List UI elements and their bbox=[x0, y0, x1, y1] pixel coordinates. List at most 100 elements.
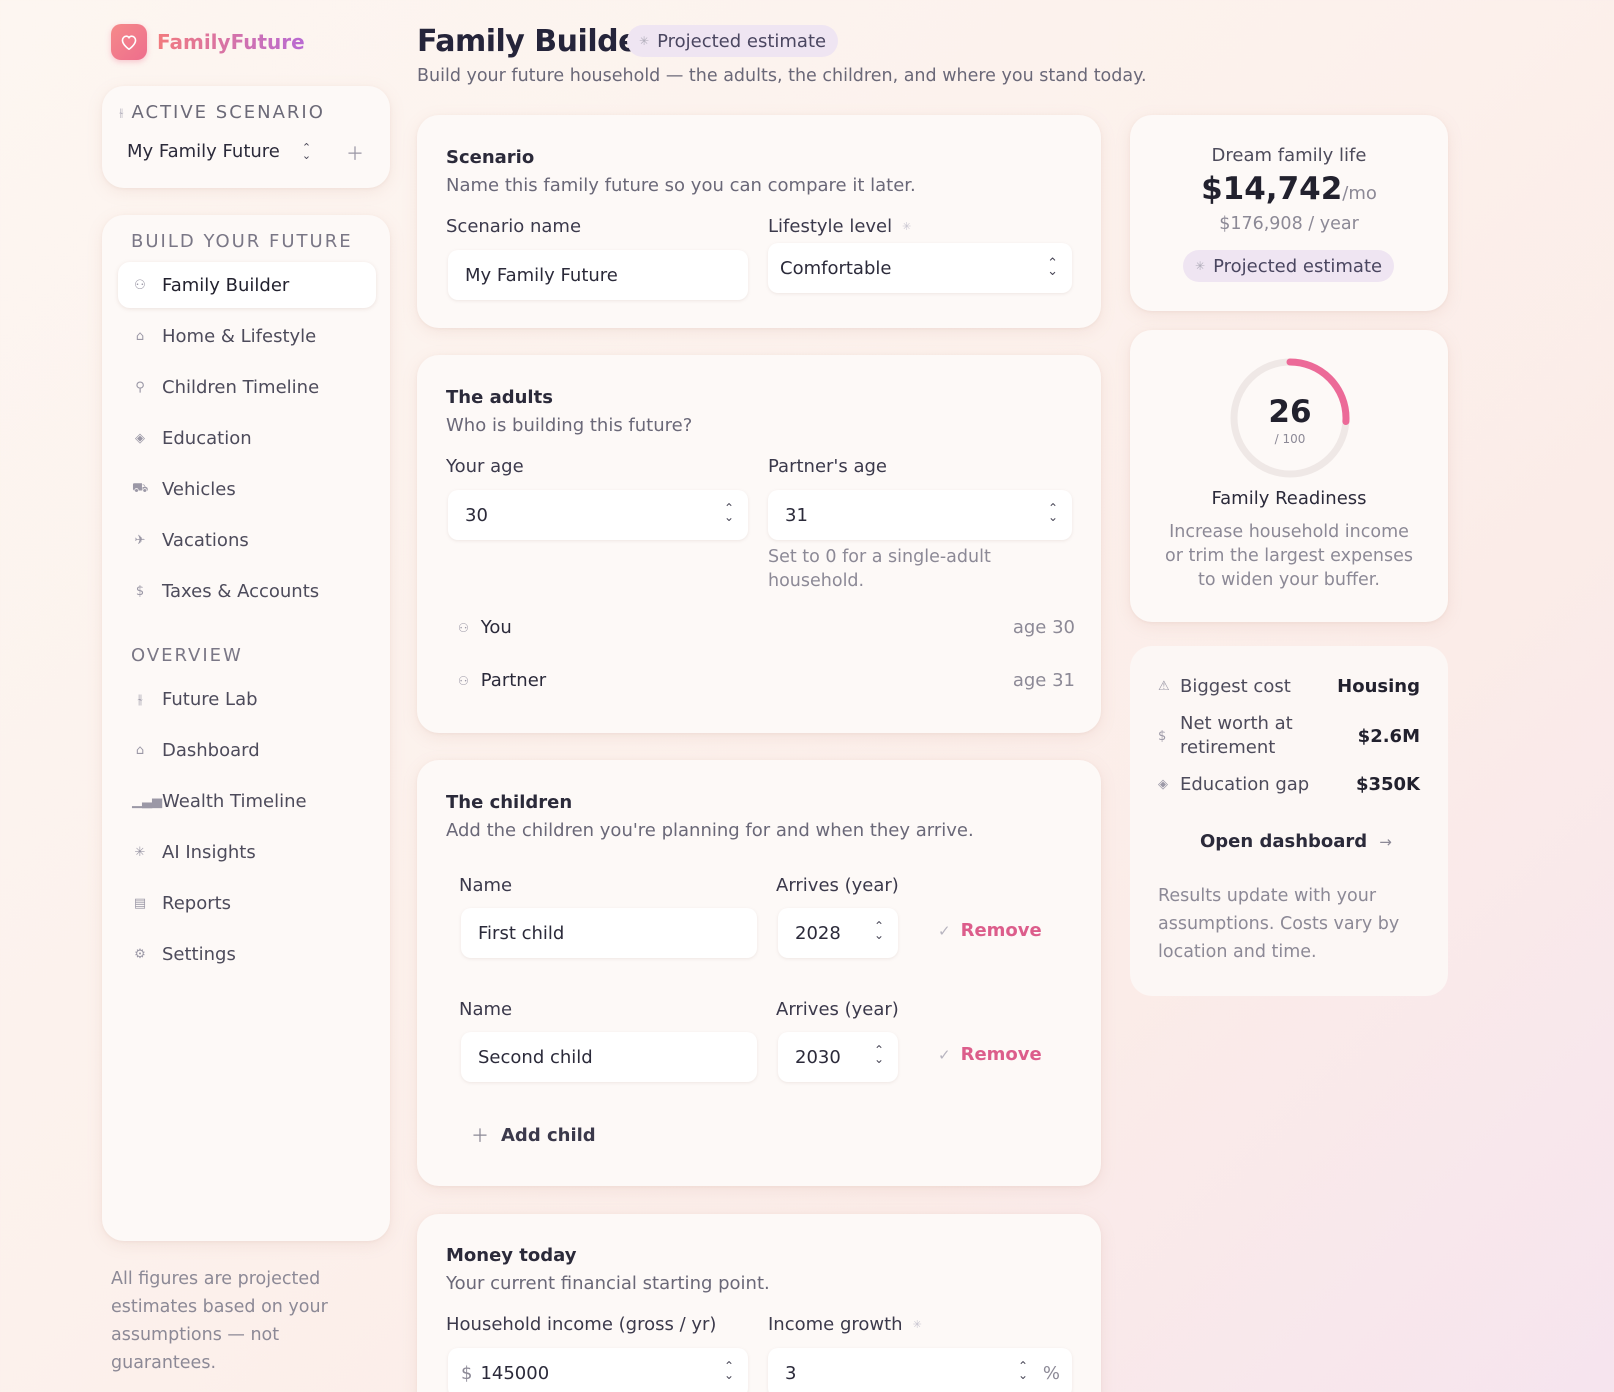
summary-card: ⚠ Biggest cost Housing $ Net worth at re… bbox=[1130, 646, 1448, 996]
sparkle-icon: ✳ bbox=[639, 34, 650, 48]
page-title: Family Builder bbox=[417, 24, 653, 59]
stepper-icon[interactable]: ⌃ ⌄ bbox=[1018, 1360, 1028, 1381]
check-icon: ✓ bbox=[938, 1045, 951, 1064]
dream-label: Dream family life bbox=[1211, 145, 1367, 166]
readiness-gauge: 26 / 100 bbox=[1228, 356, 1352, 480]
warning-icon: ⚠ bbox=[1158, 679, 1170, 694]
person-name: You bbox=[480, 617, 512, 638]
summary-label: Net worth at retirement bbox=[1180, 713, 1293, 758]
income-growth-value: 3 bbox=[785, 1362, 797, 1384]
sidebar-item-home-lifestyle[interactable]: ⌂ Home & Lifestyle bbox=[118, 313, 376, 359]
your-age-value: 30 bbox=[465, 504, 488, 526]
add-scenario-button[interactable]: ＋ bbox=[346, 140, 364, 166]
person-row-partner: ⚇ Partner age 31 bbox=[458, 670, 1075, 691]
sidebar-item-education[interactable]: ◈ Education bbox=[118, 415, 376, 461]
stepper-icon[interactable]: ⌃ ⌄ bbox=[724, 502, 734, 523]
remove-child-button[interactable]: ✓ Remove bbox=[938, 1044, 1042, 1065]
heart-icon bbox=[111, 24, 147, 60]
people-icon: ⚇ bbox=[458, 673, 469, 688]
income-growth-label-text: Income growth bbox=[768, 1314, 903, 1335]
remove-label: Remove bbox=[960, 1044, 1042, 1065]
child-name-input[interactable]: First child bbox=[461, 908, 757, 958]
scenario-select-value: My Family Future bbox=[127, 141, 280, 162]
build-section-heading: Build your future bbox=[131, 231, 353, 252]
lifestyle-level-label-text: Lifestyle level bbox=[768, 216, 893, 237]
card-subtitle: Add the children you're planning for and… bbox=[446, 820, 974, 841]
child-year-value: 2028 bbox=[795, 922, 841, 944]
sidebar-item-taxes-accounts[interactable]: $ Taxes & Accounts bbox=[118, 568, 376, 614]
gear-icon: ⚙ bbox=[134, 946, 146, 962]
household-income-input[interactable]: $ 145000 ⌃ ⌄ bbox=[448, 1348, 748, 1392]
sidebar-item-children-timeline[interactable]: ⚲ Children Timeline bbox=[118, 364, 376, 410]
projected-estimate-badge: ✳ Projected estimate bbox=[627, 25, 839, 57]
sidebar-item-vehicles[interactable]: ⛟ Vehicles bbox=[118, 466, 376, 512]
card-title: The children bbox=[446, 792, 573, 813]
add-child-button[interactable]: ＋ Add child bbox=[471, 1122, 596, 1148]
dollar-icon: $ bbox=[135, 583, 145, 599]
card-title: Scenario bbox=[446, 147, 535, 168]
sidebar-item-label: Home & Lifestyle bbox=[162, 325, 317, 347]
people-icon: ⚇ bbox=[134, 277, 146, 293]
percent-suffix: % bbox=[1042, 1362, 1060, 1384]
sidebar-item-future-lab[interactable]: ⫳ Future Lab bbox=[118, 676, 376, 722]
dream-amount-value: $14,742 bbox=[1201, 171, 1343, 207]
sidebar-item-label: Future Lab bbox=[162, 688, 258, 710]
sidebar-item-wealth-timeline[interactable]: ▁▃▅ Wealth Timeline bbox=[118, 778, 376, 824]
check-icon: ✓ bbox=[938, 921, 951, 940]
child-year-input[interactable]: 2030 ⌃ ⌄ bbox=[778, 1032, 898, 1082]
summary-label: Biggest cost bbox=[1180, 676, 1291, 697]
child-year-label: Arrives (year) bbox=[776, 875, 899, 896]
sidebar-item-reports[interactable]: ▤ Reports bbox=[118, 880, 376, 926]
home-outline-icon: ⌂ bbox=[135, 742, 145, 758]
remove-child-button[interactable]: ✓ Remove bbox=[938, 920, 1042, 941]
income-growth-input[interactable]: 3 ⌃ ⌄ % bbox=[768, 1348, 1072, 1392]
partner-age-value: 31 bbox=[785, 504, 808, 526]
sparkle-icon: ✳ bbox=[134, 844, 146, 860]
partner-age-label: Partner's age bbox=[768, 456, 887, 477]
stepper-icon[interactable]: ⌃ ⌄ bbox=[1048, 502, 1058, 523]
card-subtitle: Who is building this future? bbox=[446, 415, 693, 436]
dream-amount-unit: /mo bbox=[1342, 183, 1377, 204]
sidebar-item-vacations[interactable]: ✈ Vacations bbox=[118, 517, 376, 563]
partner-age-input[interactable]: 31 ⌃ ⌄ bbox=[768, 490, 1072, 540]
stepper-icon[interactable]: ⌃ ⌄ bbox=[874, 1044, 884, 1065]
badge-label: Projected estimate bbox=[1213, 255, 1383, 277]
child-name-input[interactable]: Second child bbox=[461, 1032, 757, 1082]
child-name-label: Name bbox=[459, 875, 513, 896]
sidebar-item-ai-insights[interactable]: ✳ AI Insights bbox=[118, 829, 376, 875]
sparkle-icon: ✳ bbox=[1195, 259, 1206, 273]
your-age-input[interactable]: 30 ⌃ ⌄ bbox=[448, 490, 748, 540]
graduation-cap-icon: ◈ bbox=[135, 430, 145, 446]
your-age-label: Your age bbox=[446, 456, 524, 477]
overview-section-heading: Overview bbox=[131, 645, 243, 666]
info-icon[interactable]: ✳ bbox=[902, 220, 911, 233]
info-icon[interactable]: ✳ bbox=[913, 1318, 922, 1331]
sidebar-item-settings[interactable]: ⚙ Settings bbox=[118, 931, 376, 977]
scenario-select[interactable]: My Family Future ⌃ ⌄ bbox=[127, 141, 311, 162]
child-year-label: Arrives (year) bbox=[776, 999, 899, 1020]
select-chevrons-icon: ⌃ ⌄ bbox=[1047, 256, 1058, 279]
summary-row-net-worth: $ Net worth at retirement $2.6M bbox=[1158, 712, 1420, 760]
document-icon: ▤ bbox=[133, 895, 147, 911]
open-dashboard-link[interactable]: Open dashboard → bbox=[1200, 831, 1392, 852]
sidebar-item-dashboard[interactable]: ⌂ Dashboard bbox=[118, 727, 376, 773]
home-icon: ⌂ bbox=[135, 328, 145, 344]
child-year-input[interactable]: 2028 ⌃ ⌄ bbox=[778, 908, 898, 958]
child-name-label: Name bbox=[459, 999, 513, 1020]
sidebar-item-label: Education bbox=[162, 427, 252, 449]
stepper-icon[interactable]: ⌃ ⌄ bbox=[874, 920, 884, 941]
sidebar-item-label: Settings bbox=[162, 943, 236, 965]
select-chevrons-icon: ⌃ ⌄ bbox=[301, 140, 312, 162]
stepper-icon[interactable]: ⌃ ⌄ bbox=[724, 1360, 734, 1381]
sidebar-footnote: All figures are projected estimates base… bbox=[111, 1269, 328, 1373]
scenario-card: Scenario Name this family future so you … bbox=[417, 115, 1101, 328]
sidebar-item-label: Children Timeline bbox=[162, 376, 320, 398]
scenario-name-input[interactable]: My Family Future bbox=[448, 250, 748, 300]
app-logo[interactable]: FamilyFuture bbox=[111, 24, 305, 60]
arrow-right-icon: → bbox=[1379, 832, 1392, 851]
card-subtitle: Your current financial starting point. bbox=[446, 1273, 770, 1294]
dream-family-card: Dream family life $14,742/mo $176,908 / … bbox=[1130, 115, 1448, 311]
sidebar-item-family-builder[interactable]: ⚇ Family Builder bbox=[118, 262, 376, 308]
sidebar-item-label: Vehicles bbox=[162, 478, 236, 500]
lifestyle-level-select[interactable]: Comfortable ⌃ ⌄ bbox=[768, 243, 1072, 293]
